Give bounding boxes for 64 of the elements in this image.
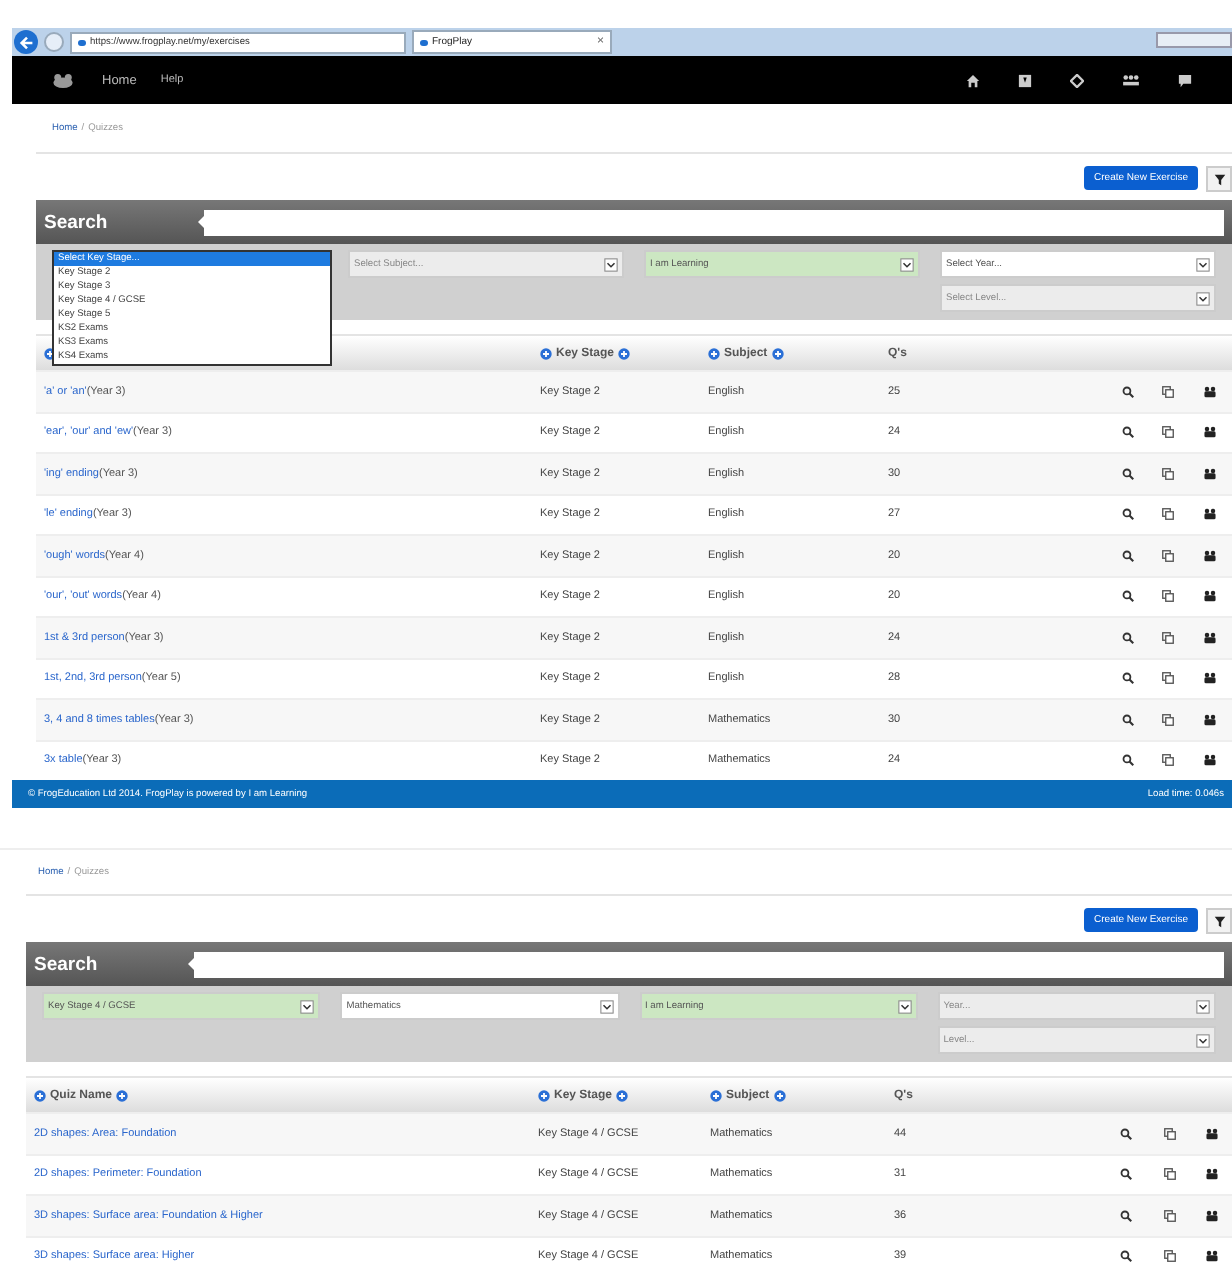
frog-logo-icon (52, 73, 74, 87)
copy-icon[interactable] (1164, 1127, 1176, 1140)
search-icon[interactable] (1122, 385, 1134, 398)
caret-icon (1196, 257, 1210, 271)
users-icon[interactable] (1206, 1168, 1218, 1181)
settings-icon[interactable] (1070, 73, 1084, 87)
filter-button[interactable] (1206, 166, 1232, 192)
search-icon[interactable] (1120, 1127, 1132, 1140)
copy-icon[interactable] (1162, 385, 1174, 398)
search-icon[interactable] (1120, 1209, 1132, 1222)
search-icon[interactable] (1122, 754, 1134, 767)
copy-icon[interactable] (1164, 1250, 1176, 1263)
sort-icon[interactable] (44, 347, 56, 359)
users-icon[interactable] (1204, 631, 1216, 644)
caret-icon (599, 999, 613, 1013)
users-icon[interactable] (1204, 426, 1216, 439)
caret-icon (1196, 999, 1210, 1013)
search-icon[interactable] (1120, 1168, 1132, 1181)
caret-icon (897, 999, 912, 1013)
copy-icon[interactable] (1164, 1168, 1176, 1181)
search-icon[interactable] (1122, 549, 1134, 562)
users-icon[interactable] (1206, 1127, 1218, 1140)
users-icon[interactable] (1122, 73, 1140, 87)
filter-icon (1213, 915, 1225, 927)
search-icon[interactable] (1122, 508, 1134, 521)
caret-icon (1196, 291, 1210, 305)
chat-icon[interactable] (1178, 73, 1192, 87)
search-label: Search (34, 953, 100, 975)
caret-icon (604, 257, 618, 271)
copy-icon[interactable] (1164, 1209, 1176, 1222)
search-icon[interactable] (1122, 590, 1134, 603)
search-icon[interactable] (1122, 631, 1134, 644)
copy-icon[interactable] (1162, 549, 1174, 562)
caret-icon (900, 257, 914, 271)
users-icon[interactable] (1204, 713, 1216, 726)
users-icon[interactable] (1204, 590, 1216, 603)
users-icon[interactable] (1204, 508, 1216, 521)
back-button[interactable] (14, 30, 38, 54)
copy-icon[interactable] (1162, 672, 1174, 685)
copy-icon[interactable] (1162, 467, 1174, 480)
home-icon[interactable] (966, 73, 980, 87)
filter-button[interactable] (1206, 908, 1232, 934)
copy-icon[interactable] (1162, 508, 1174, 521)
copy-icon[interactable] (1162, 754, 1174, 767)
search-label: Search (44, 211, 110, 233)
search-icon[interactable] (1120, 1250, 1132, 1263)
search-icon[interactable] (1122, 426, 1134, 439)
copy-icon[interactable] (1162, 590, 1174, 603)
filter-icon (1213, 173, 1225, 185)
users-icon[interactable] (1204, 754, 1216, 767)
caret-icon (1196, 1033, 1210, 1047)
caret-icon (300, 999, 315, 1013)
users-icon[interactable] (1206, 1209, 1218, 1222)
search-icon[interactable] (1122, 713, 1134, 726)
users-icon[interactable] (1206, 1250, 1218, 1263)
users-icon[interactable] (1204, 467, 1216, 480)
users-icon[interactable] (1204, 549, 1216, 562)
copy-icon[interactable] (1162, 631, 1174, 644)
copy-icon[interactable] (1162, 426, 1174, 439)
search-icon[interactable] (1122, 672, 1134, 685)
search-icon[interactable] (1122, 467, 1134, 480)
users-icon[interactable] (1204, 672, 1216, 685)
users-icon[interactable] (1204, 385, 1216, 398)
copy-icon[interactable] (1162, 713, 1174, 726)
